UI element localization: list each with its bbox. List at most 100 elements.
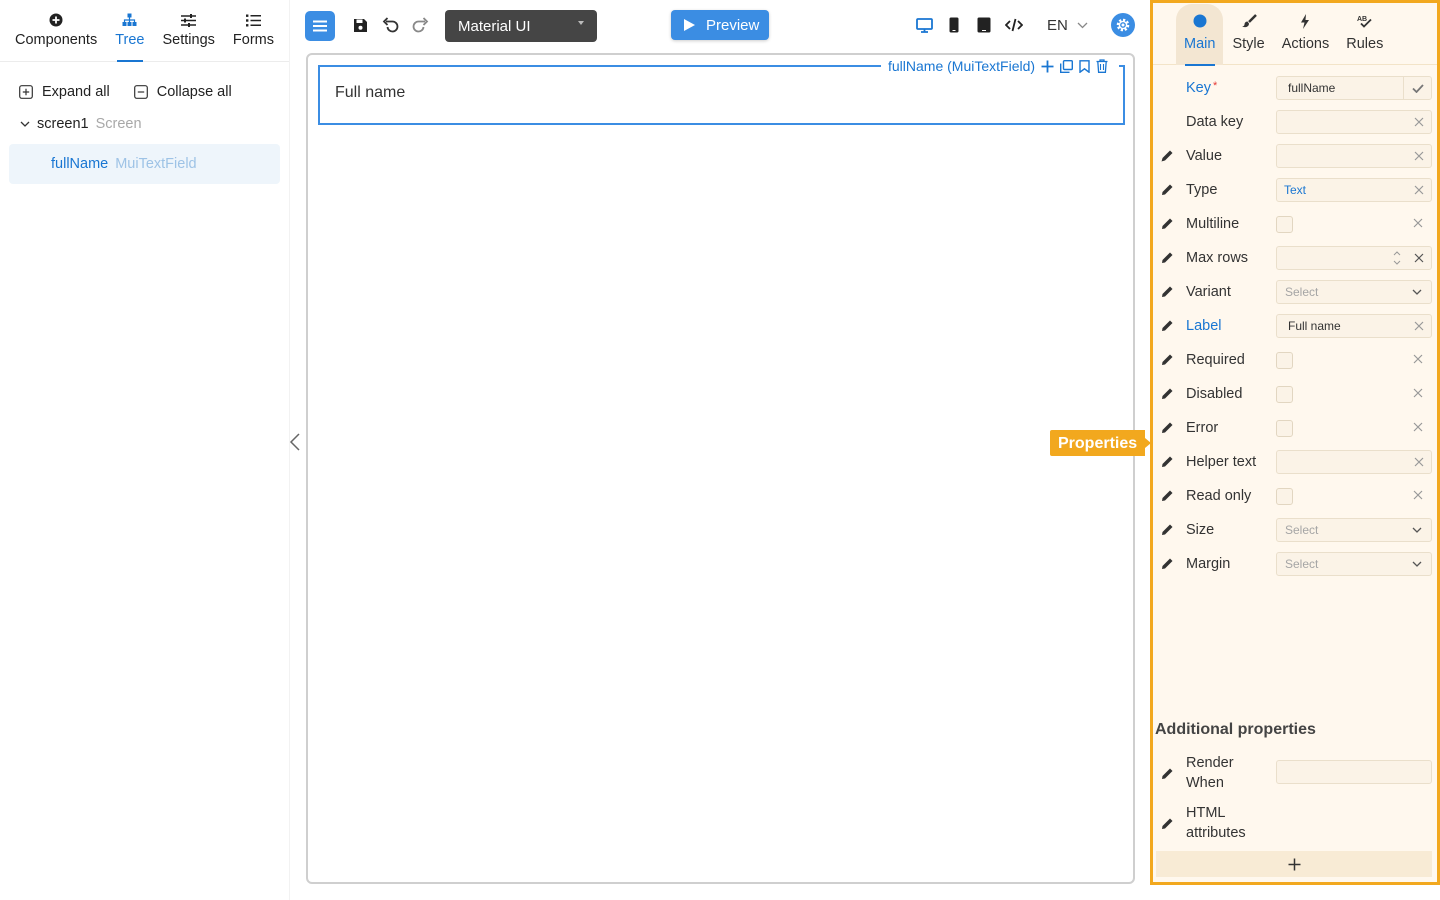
pencil-icon[interactable] <box>1160 455 1174 469</box>
chevron-down-icon[interactable] <box>20 121 30 128</box>
pencil-icon[interactable] <box>1160 817 1174 831</box>
prop-max-rows: Max rows <box>1156 241 1432 275</box>
prop-max-rows-input[interactable] <box>1276 246 1432 270</box>
prop-label-value: Full name <box>1288 319 1341 333</box>
tree-screen-type: Screen <box>95 116 142 132</box>
prop-render-when-input[interactable] <box>1276 760 1432 784</box>
plus-circle-icon <box>49 12 63 28</box>
plus-icon <box>1288 858 1301 871</box>
phone-view-button[interactable] <box>943 14 965 36</box>
tree-node-fullname[interactable]: fullName MuiTextField <box>9 144 280 184</box>
prop-type-input[interactable]: Text <box>1276 178 1432 202</box>
pencil-icon[interactable] <box>1160 183 1174 197</box>
clear-icon[interactable] <box>1413 388 1423 398</box>
prop-required-checkbox[interactable] <box>1276 352 1293 369</box>
library-select[interactable]: Material UI <box>445 10 597 42</box>
preview-button[interactable]: Preview <box>671 10 769 40</box>
pencil-icon[interactable] <box>1160 523 1174 537</box>
collapse-all-button[interactable]: Collapse all <box>133 84 232 100</box>
collapse-left-panel-button[interactable] <box>289 432 303 454</box>
required-asterisk: * <box>1213 80 1218 92</box>
chevron-down-icon <box>1412 527 1422 533</box>
clear-icon[interactable] <box>1414 151 1424 161</box>
clear-icon[interactable] <box>1414 321 1424 331</box>
pencil-icon[interactable] <box>1160 767 1174 781</box>
number-spinner-icon[interactable] <box>1393 250 1401 266</box>
pencil-icon[interactable] <box>1160 421 1174 435</box>
prop-value-input[interactable] <box>1276 144 1432 168</box>
pencil-icon[interactable] <box>1160 285 1174 299</box>
settings-button[interactable] <box>1111 13 1135 37</box>
prop-size-select[interactable]: Select <box>1276 518 1432 542</box>
tab-forms[interactable]: Forms <box>224 0 283 61</box>
tab-tree[interactable]: Tree <box>106 0 153 62</box>
pencil-icon[interactable] <box>1160 557 1174 571</box>
tab-tree-label: Tree <box>115 32 145 48</box>
selected-component-frame[interactable]: fullName (MuiTextField) Full name <box>318 56 1125 125</box>
clear-icon[interactable] <box>1413 422 1423 432</box>
prop-variant-select[interactable]: Select <box>1276 280 1432 304</box>
tab-components[interactable]: Components <box>6 0 106 61</box>
prop-read-only-checkbox[interactable] <box>1276 488 1293 505</box>
desktop-view-button[interactable] <box>913 14 935 36</box>
tab-actions[interactable]: Actions <box>1274 3 1338 64</box>
add-property-button[interactable] <box>1156 851 1432 877</box>
code-icon <box>1005 18 1023 32</box>
clear-icon[interactable] <box>1414 185 1424 195</box>
prop-label: Label Full name <box>1156 309 1432 343</box>
clear-icon[interactable] <box>1413 218 1423 228</box>
prop-variant-placeholder: Select <box>1285 285 1319 299</box>
prop-label-input[interactable]: Full name <box>1276 314 1432 338</box>
desktop-icon <box>915 17 933 33</box>
prop-margin: Margin Select <box>1156 547 1432 581</box>
prop-multiline-checkbox[interactable] <box>1276 216 1293 233</box>
prop-type-value: Text <box>1284 183 1307 197</box>
clear-icon[interactable] <box>1414 253 1424 263</box>
tab-rules[interactable]: AB Rules <box>1338 3 1391 64</box>
language-select[interactable]: EN <box>1047 12 1088 38</box>
save-button[interactable] <box>349 14 371 36</box>
prop-margin-select[interactable]: Select <box>1276 552 1432 576</box>
prop-type-label: Type <box>1186 182 1218 198</box>
prop-helper-text-input[interactable] <box>1276 450 1432 474</box>
code-view-button[interactable] <box>1003 14 1025 36</box>
tree-item-type: MuiTextField <box>115 156 197 172</box>
prop-error-checkbox[interactable] <box>1276 420 1293 437</box>
menu-button[interactable] <box>305 11 335 41</box>
prop-disabled-checkbox[interactable] <box>1276 386 1293 403</box>
undo-button[interactable] <box>379 14 401 36</box>
redo-button[interactable] <box>409 14 431 36</box>
prop-key-input[interactable]: fullName <box>1276 76 1432 100</box>
clear-icon[interactable] <box>1414 117 1424 127</box>
prop-key-value: fullName <box>1288 81 1336 95</box>
pencil-icon[interactable] <box>1160 319 1174 333</box>
prop-key: Key * fullName <box>1156 71 1432 105</box>
prop-render-when-label: Render When <box>1186 755 1234 791</box>
pencil-icon[interactable] <box>1160 217 1174 231</box>
clear-icon[interactable] <box>1413 490 1423 500</box>
prop-error-label: Error <box>1186 420 1219 436</box>
pencil-icon[interactable] <box>1160 353 1174 367</box>
minus-square-icon <box>133 85 148 99</box>
design-canvas[interactable]: fullName (MuiTextField) Full name <box>306 53 1135 884</box>
pencil-icon[interactable] <box>1160 251 1174 265</box>
expand-all-button[interactable]: Expand all <box>19 84 110 100</box>
tree-node-screen[interactable]: screen1 Screen <box>0 100 289 132</box>
properties-toggle-tab[interactable]: Properties <box>1050 430 1152 456</box>
pencil-icon[interactable] <box>1160 387 1174 401</box>
pencil-icon[interactable] <box>1160 489 1174 503</box>
pencil-icon[interactable] <box>1160 149 1174 163</box>
prop-data-key-input[interactable] <box>1276 110 1432 134</box>
prop-key-label-text: Key <box>1186 80 1211 96</box>
fullname-text-field[interactable]: Full name <box>320 67 1123 123</box>
tab-settings[interactable]: Settings <box>154 0 224 61</box>
confirm-key-button[interactable] <box>1403 77 1431 99</box>
tab-components-label: Components <box>15 32 98 48</box>
tablet-view-button[interactable] <box>973 14 995 36</box>
tab-main[interactable]: Main <box>1176 4 1224 66</box>
tab-actions-label: Actions <box>1281 36 1330 52</box>
prop-data-key: Data key <box>1156 105 1432 139</box>
tab-style[interactable]: Style <box>1224 3 1272 64</box>
clear-icon[interactable] <box>1414 457 1424 467</box>
clear-icon[interactable] <box>1413 354 1423 364</box>
